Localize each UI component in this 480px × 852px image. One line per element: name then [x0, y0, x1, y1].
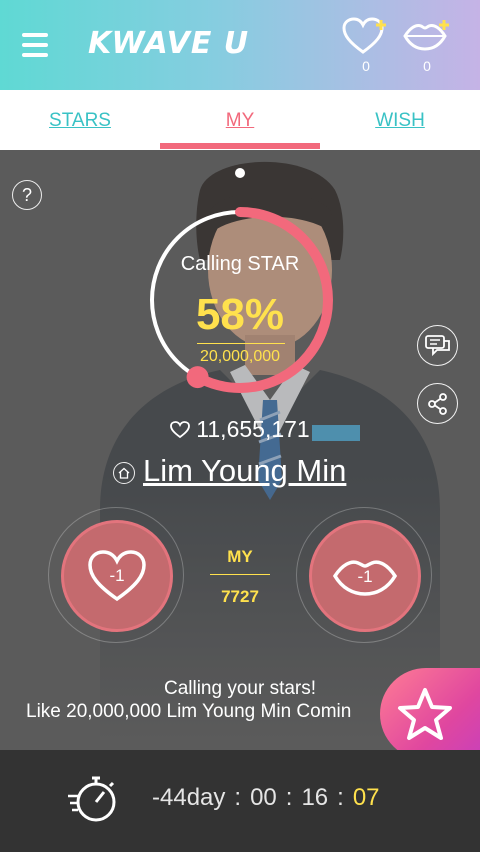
lips-action-label: -1 [357, 567, 372, 586]
lips-counter-button[interactable]: 0 [402, 16, 452, 78]
countdown-text: -44day:00:16:07 [152, 784, 380, 811]
stopwatch-icon [68, 776, 116, 822]
tab-stars[interactable]: STARS [0, 90, 160, 150]
heart-count: 0 [362, 58, 370, 74]
active-tab-indicator [160, 143, 320, 149]
progress-percent: 58% [195, 290, 285, 339]
share-icon [427, 392, 447, 415]
app-logo: KWAVE U [88, 26, 250, 61]
my-label: MY [227, 547, 253, 566]
chat-button[interactable] [417, 325, 458, 366]
heart-icon [170, 421, 191, 439]
lips-icon: -1 [332, 560, 398, 596]
star-fab-button[interactable] [380, 668, 480, 760]
lips-count: 0 [423, 58, 431, 74]
heart-plus-icon [342, 17, 386, 54]
star-icon [398, 688, 452, 740]
goal-divider [197, 343, 285, 344]
heart-counter-button[interactable]: 0 [341, 16, 391, 78]
tab-wish[interactable]: WISH [320, 90, 480, 150]
lips-plus-icon [403, 20, 449, 51]
page-indicator-dot [235, 168, 245, 178]
star-name-link[interactable]: Lim Young Min [143, 453, 346, 489]
my-value: 7727 [221, 587, 259, 606]
menu-icon[interactable] [22, 33, 48, 57]
total-likes: 11,655,171 [0, 416, 480, 443]
star-panel: ? Calling STAR 58% 20,000,000 11,655,171… [0, 150, 480, 750]
heart-action-label: -1 [109, 566, 124, 585]
send-kiss-button[interactable]: -1 [296, 507, 432, 643]
countdown-days: -44day [152, 784, 226, 811]
countdown-minutes: 16 [301, 784, 329, 811]
send-heart-button[interactable]: -1 [48, 507, 184, 643]
goal-value: 20,000,000 [199, 348, 281, 365]
home-icon[interactable] [113, 462, 135, 484]
countdown-hours: 00 [250, 784, 277, 811]
countdown-seconds: 07 [352, 784, 380, 811]
tab-my[interactable]: MY [160, 90, 320, 150]
heart-icon: -1 [88, 550, 146, 602]
likes-count: 11,655,171 [196, 416, 310, 442]
my-divider [210, 574, 270, 575]
chat-icon [424, 334, 450, 356]
app-header: KWAVE U 0 0 [0, 0, 480, 90]
countdown-bar: -44day:00:16:07 [0, 750, 480, 852]
tab-bar: STARS MY WISH [0, 90, 480, 150]
help-button[interactable]: ? [12, 180, 42, 210]
calling-star-label: Calling STAR [180, 253, 300, 275]
